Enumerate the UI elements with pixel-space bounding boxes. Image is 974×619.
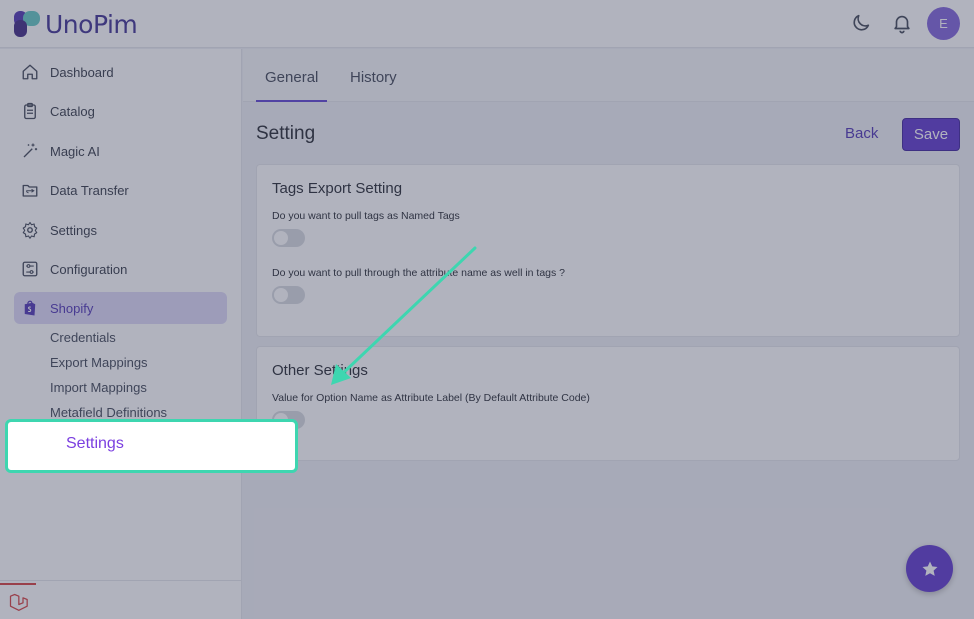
named-tags-toggle[interactable] <box>272 229 305 247</box>
callout-label: Settings <box>66 435 124 452</box>
magic-wand-icon <box>23 143 38 158</box>
named-tags-label: Do you want to pull tags as Named Tags <box>272 210 460 222</box>
tags-export-setting-card: Tags Export Setting Do you want to pull … <box>256 164 960 337</box>
sidebar-item-configuration[interactable]: Configuration <box>14 253 227 285</box>
sidebar-item-data-transfer[interactable]: Data Transfer <box>14 174 227 206</box>
laravel-debug-button[interactable] <box>0 583 36 619</box>
back-button[interactable]: Back <box>845 125 878 142</box>
sidebar-item-label: Configuration <box>50 262 128 277</box>
sidebar-subitem-export-mappings[interactable]: Export Mappings <box>50 355 148 370</box>
favorite-fab-button[interactable] <box>906 545 953 592</box>
sidebar-subitem-import-mappings[interactable]: Import Mappings <box>50 380 147 395</box>
card-title: Other Settings <box>272 362 368 379</box>
tab-bar: General History <box>243 49 974 102</box>
sidebar-item-dashboard[interactable]: Dashboard <box>14 56 227 88</box>
tab-general[interactable]: General <box>265 69 318 86</box>
shopify-bag-icon <box>24 300 36 316</box>
sidebar-item-settings[interactable]: Settings <box>14 214 227 246</box>
highlighted-settings-callout[interactable]: Settings <box>5 419 298 473</box>
app-name: UnoPim <box>45 9 138 39</box>
unopim-logo-icon <box>14 11 40 37</box>
gear-icon <box>22 221 38 239</box>
app-logo[interactable]: UnoPim <box>13 9 138 39</box>
toggle-knob <box>274 231 288 245</box>
sidebar: Dashboard Catalog Magic AI Data Transfer… <box>0 49 242 619</box>
folder-transfer-icon <box>22 184 38 197</box>
save-button[interactable]: Save <box>902 118 960 151</box>
sidebar-subitem-metafield-definitions[interactable]: Metafield Definitions <box>50 405 167 420</box>
sidebar-item-label: Settings <box>50 223 97 238</box>
bell-icon[interactable] <box>891 12 913 34</box>
sidebar-item-catalog[interactable]: Catalog <box>14 95 227 127</box>
sidebar-item-label: Catalog <box>50 104 95 119</box>
top-header: UnoPim E <box>0 0 974 48</box>
card-title: Tags Export Setting <box>272 180 403 197</box>
home-icon <box>22 64 38 80</box>
toggle-knob <box>274 288 288 302</box>
attribute-name-tags-toggle[interactable] <box>272 286 305 304</box>
sidebar-item-magic-ai[interactable]: Magic AI <box>14 135 227 167</box>
active-tab-indicator <box>256 100 327 102</box>
moon-icon[interactable] <box>850 12 872 34</box>
user-avatar[interactable]: E <box>927 7 960 40</box>
attribute-name-tags-label: Do you want to pull through the attribut… <box>272 267 566 279</box>
tab-history[interactable]: History <box>350 69 397 86</box>
sidebar-item-label: Shopify <box>50 301 94 316</box>
sliders-icon <box>22 261 38 277</box>
clipboard-icon <box>24 102 36 120</box>
page-title: Setting <box>256 123 316 144</box>
option-name-label: Value for Option Name as Attribute Label… <box>272 392 590 404</box>
other-settings-card: Other Settings Value for Option Name as … <box>256 346 960 461</box>
sidebar-item-label: Data Transfer <box>50 183 129 198</box>
star-icon <box>922 561 937 576</box>
sidebar-subitem-credentials[interactable]: Credentials <box>50 330 116 345</box>
sidebar-item-label: Dashboard <box>50 65 114 80</box>
sidebar-item-shopify[interactable]: Shopify <box>14 292 227 324</box>
laravel-icon <box>9 593 28 611</box>
sidebar-divider <box>0 580 241 581</box>
sidebar-item-label: Magic AI <box>50 144 100 159</box>
